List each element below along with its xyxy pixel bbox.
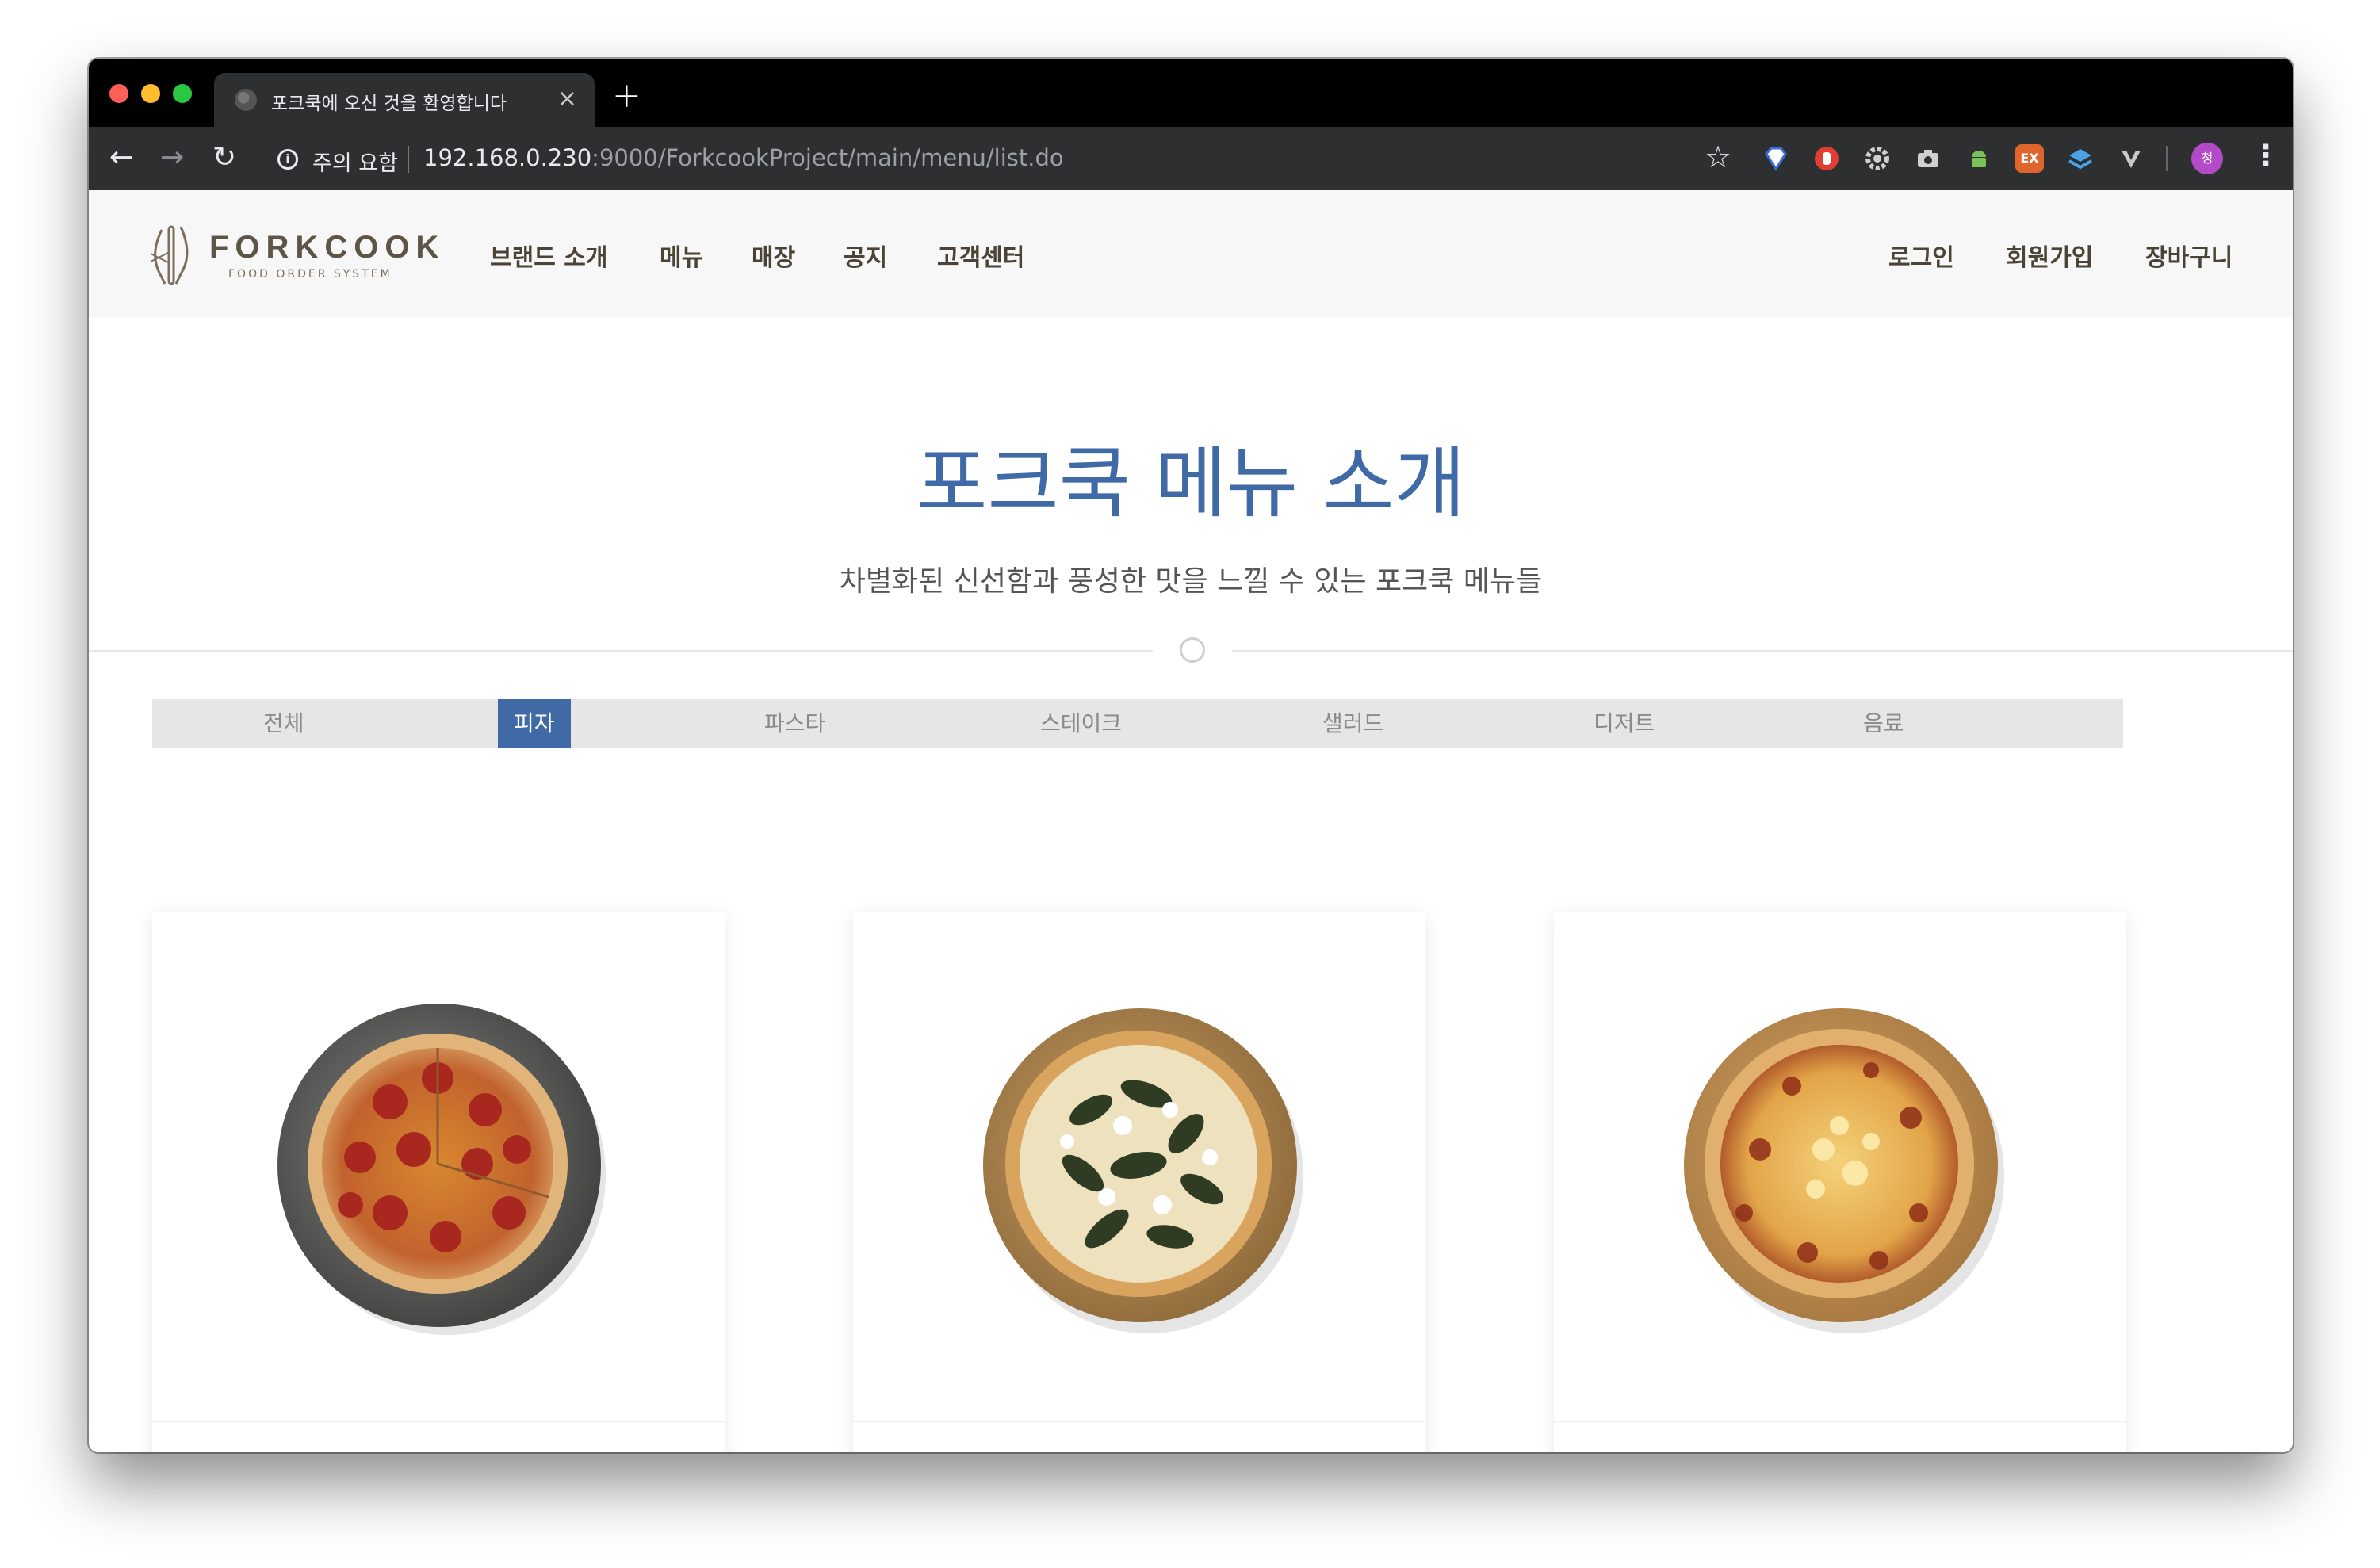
browser-toolbar: ← → ↻ i 주의 요함 192.168.0.230:9000/Forkcoo… xyxy=(89,127,2293,190)
tab-dessert[interactable]: 디저트 xyxy=(1594,699,1655,748)
nav-brand[interactable]: 브랜드 소개 xyxy=(490,238,607,273)
back-button[interactable]: ← xyxy=(109,140,133,176)
pepperoni-pizza-image[interactable] xyxy=(152,912,725,1421)
security-label[interactable]: 주의 요함 xyxy=(312,146,398,177)
extension-gear-icon[interactable] xyxy=(1863,144,1892,173)
info-icon[interactable]: i xyxy=(277,149,298,170)
new-tab-button[interactable]: + xyxy=(612,76,641,116)
tab-close-icon[interactable]: × xyxy=(557,86,577,113)
cart-link[interactable]: 장바구니 xyxy=(2145,238,2233,273)
extension-layers-icon[interactable] xyxy=(2066,144,2095,173)
nav-menu[interactable]: 메뉴 xyxy=(660,238,703,273)
page-subtitle: 차별화된 신선함과 풍성한 맛을 느낄 수 있는 포크쿡 메뉴들 xyxy=(839,565,1543,598)
url-host: 192.168.0.230 xyxy=(423,144,592,171)
logo-subtitle: FOOD ORDER SYSTEM xyxy=(228,268,392,281)
reload-button[interactable]: ↻ xyxy=(212,140,236,176)
divider-circle-icon xyxy=(1180,637,1205,663)
divider-left xyxy=(89,650,1153,652)
tab-steak[interactable]: 스테이크 xyxy=(1040,699,1122,748)
address-bar[interactable]: 192.168.0.230:9000/ForkcookProject/main/… xyxy=(423,144,1064,171)
tab-pasta[interactable]: 파스타 xyxy=(764,699,825,748)
globe-icon xyxy=(235,89,257,111)
extension-android-icon[interactable] xyxy=(1965,144,1993,173)
login-link[interactable]: 로그인 xyxy=(1888,238,1954,273)
card-divider xyxy=(853,1421,1425,1422)
tab-salad[interactable]: 샐러드 xyxy=(1322,699,1383,748)
divider-right xyxy=(1232,650,2293,652)
extension-gem-icon[interactable] xyxy=(1762,144,1790,173)
logo-text[interactable]: FORKCOOK xyxy=(209,230,445,266)
menu-card[interactable]: 피자 xyxy=(1554,912,2126,1452)
page-title: 포크쿡 메뉴 소개 xyxy=(916,438,1466,529)
card-divider xyxy=(1554,1421,2126,1422)
toolbar-divider xyxy=(2166,146,2168,171)
close-window-button[interactable] xyxy=(109,84,128,103)
spinach-cheese-pizza-image[interactable] xyxy=(853,912,1425,1421)
forward-button[interactable]: → xyxy=(160,140,184,176)
url-separator xyxy=(408,146,409,173)
tab-title: 포크쿡에 오신 것을 환영합니다 xyxy=(271,94,507,114)
nav-notice[interactable]: 공지 xyxy=(844,238,887,273)
signup-link[interactable]: 회원가입 xyxy=(2006,238,2093,273)
site-header: FORKCOOK FOOD ORDER SYSTEM 브랜드 소개 메뉴 매장 … xyxy=(89,190,2293,317)
browser-tab[interactable]: 포크쿡에 오신 것을 환영합니다 × xyxy=(214,73,595,127)
browser-titlebar: 포크쿡에 오신 것을 환영합니다 × + xyxy=(89,59,2293,127)
tab-pizza[interactable]: 피자 xyxy=(498,699,571,748)
nav-store[interactable]: 매장 xyxy=(752,238,795,273)
profile-avatar[interactable]: 청 xyxy=(2191,143,2223,174)
tab-drinks[interactable]: 음료 xyxy=(1863,699,1904,748)
extension-v-icon[interactable] xyxy=(2117,144,2145,173)
fork-logo-icon[interactable] xyxy=(146,222,201,289)
minimize-window-button[interactable] xyxy=(141,84,160,103)
bookmark-star-icon[interactable]: ☆ xyxy=(1705,140,1731,174)
extension-ex-icon[interactable]: EX xyxy=(2015,144,2044,173)
browser-menu-icon[interactable]: ⋮ xyxy=(2252,138,2280,174)
extension-camera-icon[interactable] xyxy=(1914,144,1942,173)
browser-window: 포크쿡에 오신 것을 환영합니다 × + ← → ↻ i 주의 요함 192.1… xyxy=(89,59,2293,1452)
card-divider xyxy=(152,1421,725,1422)
extension-stop-icon[interactable] xyxy=(1812,144,1841,173)
category-tabs: 전체 피자 파스타 스테이크 샐러드 디저트 음료 xyxy=(152,699,2123,748)
menu-card[interactable]: 피자 xyxy=(853,912,1425,1452)
url-path: :9000/ForkcookProject/main/menu/list.do xyxy=(591,144,1064,171)
maximize-window-button[interactable] xyxy=(173,84,192,103)
web-page: FORKCOOK FOOD ORDER SYSTEM 브랜드 소개 메뉴 매장 … xyxy=(89,190,2293,1452)
menu-card[interactable]: 피자 xyxy=(152,912,725,1452)
tab-all[interactable]: 전체 xyxy=(263,699,304,748)
cheese-pizza-image[interactable] xyxy=(1554,912,2126,1421)
nav-support[interactable]: 고객센터 xyxy=(937,238,1024,273)
